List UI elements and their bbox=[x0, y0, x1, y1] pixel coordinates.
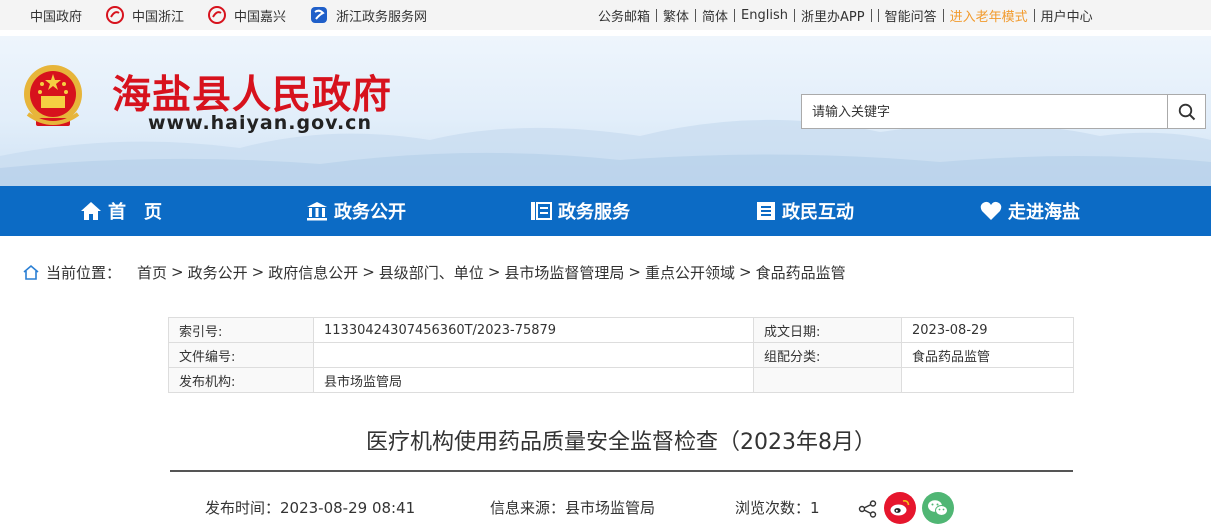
title-divider bbox=[170, 470, 1073, 472]
publisher-label: 发布机构: bbox=[168, 367, 314, 393]
link-label: 中国嘉兴 bbox=[234, 9, 287, 25]
english-link[interactable]: English bbox=[735, 8, 794, 23]
mailbox-link[interactable]: 公务邮箱 bbox=[592, 6, 656, 25]
utility-links: 公务邮箱 繁体 简体 English 浙里办APP 智能问答 进入老年模式 用户… bbox=[592, 0, 1099, 30]
services-list-icon bbox=[531, 202, 552, 220]
search-button[interactable] bbox=[1167, 94, 1206, 129]
nav-label: 政务服务 bbox=[558, 202, 630, 223]
nav-label: 走进海盐 bbox=[1008, 202, 1080, 223]
breadcrumb-separator: > bbox=[251, 263, 265, 281]
wechat-icon bbox=[928, 500, 948, 516]
document-info-table: 索引号: 11330424307456360T/2023-75879 成文日期:… bbox=[168, 317, 1074, 393]
user-center-link[interactable]: 用户中心 bbox=[1035, 6, 1099, 25]
breadcrumb-separator: > bbox=[487, 263, 501, 281]
table-row: 索引号: 11330424307456360T/2023-75879 成文日期:… bbox=[168, 317, 1074, 343]
nav-open-gov[interactable]: 政务公开 bbox=[306, 186, 406, 236]
doc-no-value bbox=[313, 342, 754, 368]
breadcrumb-item[interactable]: 县市场监督管理局 bbox=[504, 262, 624, 283]
info-source: 信息来源：县市场监管局 bbox=[490, 499, 656, 517]
empty-cell bbox=[901, 367, 1074, 393]
link-label: 中国浙江 bbox=[132, 9, 185, 25]
breadcrumb-separator: > bbox=[171, 263, 184, 281]
home-outline-icon bbox=[23, 264, 39, 280]
empty-cell bbox=[753, 367, 902, 393]
breadcrumb-item[interactable]: 首页 bbox=[137, 262, 167, 283]
view-count: 浏览次数：1 bbox=[735, 499, 820, 517]
publisher-value: 县市场监管局 bbox=[313, 367, 754, 393]
search-input[interactable] bbox=[801, 94, 1167, 129]
nav-interaction[interactable]: 政民互动 bbox=[756, 186, 854, 236]
search-icon bbox=[1178, 103, 1195, 120]
wechat-share-button[interactable] bbox=[922, 492, 954, 524]
article-title: 医疗机构使用药品质量安全监督检查（2023年8月） bbox=[366, 430, 876, 455]
nav-label: 首 页 bbox=[108, 202, 162, 223]
table-row: 文件编号: 组配分类: 食品药品监管 bbox=[168, 342, 1074, 368]
nav-services[interactable]: 政务服务 bbox=[530, 186, 630, 236]
document-list-icon bbox=[757, 202, 775, 220]
party-emblem-icon bbox=[106, 6, 125, 24]
breadcrumb-label: 当前位置： bbox=[46, 263, 122, 282]
index-label: 索引号: bbox=[168, 317, 314, 343]
traditional-link[interactable]: 繁体 bbox=[657, 6, 695, 25]
divider bbox=[870, 8, 872, 22]
doc-no-label: 文件编号: bbox=[168, 342, 314, 368]
weibo-icon bbox=[890, 500, 910, 516]
index-value: 11330424307456360T/2023-75879 bbox=[313, 317, 754, 343]
elder-mode-link[interactable]: 进入老年模式 bbox=[944, 6, 1034, 25]
smart-qa-link[interactable]: 智能问答 bbox=[879, 6, 943, 25]
breadcrumb-item[interactable]: 县级部门、单位 bbox=[379, 262, 484, 283]
simplified-link[interactable]: 简体 bbox=[696, 6, 734, 25]
date-value: 2023-08-29 bbox=[901, 317, 1074, 343]
publish-time: 发布时间：2023-08-29 08:41 bbox=[205, 499, 416, 517]
home-icon bbox=[81, 202, 101, 220]
nav-label: 政务公开 bbox=[334, 202, 406, 223]
heart-icon bbox=[980, 201, 1002, 220]
search-bar bbox=[801, 94, 1206, 129]
weibo-share-button[interactable] bbox=[884, 492, 916, 524]
related-sites: 中国政府 中国浙江 中国嘉兴 浙江政务服务网 bbox=[30, 0, 451, 30]
breadcrumb-item[interactable]: 重点公开领域 bbox=[645, 262, 735, 283]
zjzwfw-icon bbox=[310, 6, 328, 24]
nav-label: 政民互动 bbox=[782, 202, 854, 223]
national-emblem-icon bbox=[24, 65, 82, 126]
breadcrumb-item[interactable]: 食品药品监管 bbox=[756, 262, 846, 283]
breadcrumb-separator: > bbox=[362, 263, 375, 281]
app-link[interactable]: 浙里办APP bbox=[795, 6, 871, 25]
main-nav: 首 页 政务公开 政务服务 政民互动 走进海盐 bbox=[0, 186, 1211, 236]
breadcrumb-separator: > bbox=[739, 263, 752, 281]
breadcrumb-item[interactable]: 政府信息公开 bbox=[268, 262, 358, 283]
breadcrumb: 当前位置： 首页 > 政务公开 > 政府信息公开 > 县级部门、单位 > 县市场监督管理… bbox=[22, 262, 846, 282]
table-row: 发布机构: 县市场监管局 bbox=[168, 367, 1074, 393]
share-icon[interactable] bbox=[858, 500, 878, 518]
category-label: 组配分类: bbox=[753, 342, 902, 368]
link-zjzwfw[interactable]: 浙江政务服务网 bbox=[310, 6, 427, 25]
government-building-icon bbox=[307, 202, 327, 221]
nav-about[interactable]: 走进海盐 bbox=[980, 186, 1080, 236]
link-label: 中国政府 bbox=[30, 9, 83, 25]
site-header: 海盐县人民政府 www.haiyan.gov.cn bbox=[0, 36, 1211, 186]
category-value: 食品药品监管 bbox=[901, 342, 1074, 368]
link-label: 浙江政务服务网 bbox=[336, 9, 428, 25]
breadcrumb-item[interactable]: 政务公开 bbox=[188, 262, 248, 283]
link-jiaxing[interactable]: 中国嘉兴 bbox=[208, 6, 286, 25]
breadcrumb-separator: > bbox=[628, 263, 641, 281]
top-bar: 中国政府 中国浙江 中国嘉兴 浙江政务服务网 公务邮箱 繁体 简体 Englis… bbox=[0, 0, 1211, 30]
nav-home[interactable]: 首 页 bbox=[80, 186, 162, 236]
link-china-gov[interactable]: 中国政府 bbox=[30, 6, 82, 25]
party-emblem-icon bbox=[208, 6, 227, 24]
date-label: 成文日期: bbox=[753, 317, 902, 343]
link-zhejiang[interactable]: 中国浙江 bbox=[106, 6, 184, 25]
site-url: www.haiyan.gov.cn bbox=[148, 112, 372, 134]
